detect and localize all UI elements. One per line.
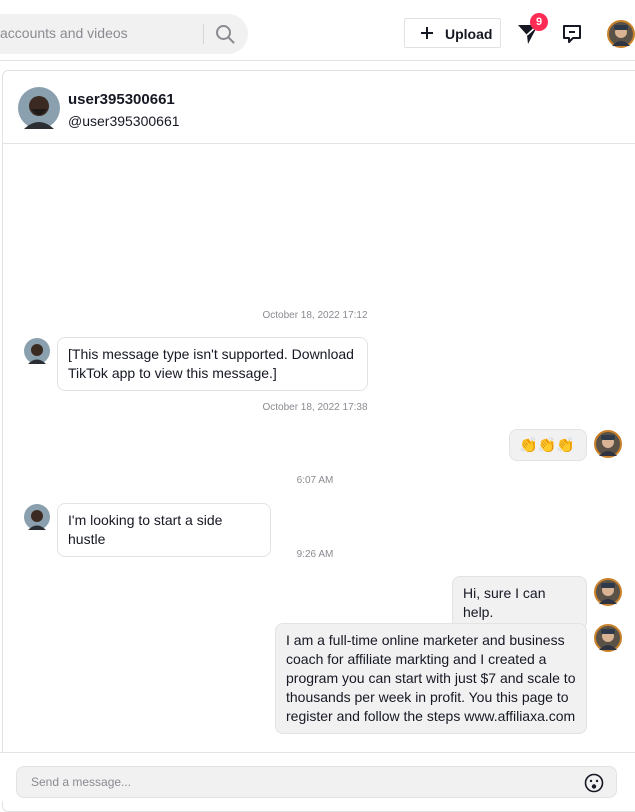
message-input-placeholder: Send a message... — [31, 775, 132, 789]
chat-header: user395300661 @user395300661 — [3, 71, 635, 144]
search-bar[interactable]: accounts and videos — [0, 14, 248, 54]
plus-icon — [421, 27, 433, 39]
message-bubble-sent[interactable]: Hi, sure I can help. — [452, 576, 587, 630]
contact-avatar[interactable] — [24, 504, 50, 530]
message-composer: Send a message... — [0, 752, 635, 801]
message-timestamp: October 18, 2022 17:38 — [262, 402, 368, 413]
emoji-icon[interactable] — [584, 773, 604, 793]
message-timestamp: 6:07 AM — [296, 475, 334, 486]
contact-handle: @user395300661 — [68, 113, 180, 129]
contact-name[interactable]: user395300661 — [68, 91, 175, 108]
message-bubble-sent[interactable]: 👏👏👏 — [509, 429, 587, 461]
my-avatar[interactable] — [594, 430, 622, 458]
message-timestamp: 9:26 AM — [296, 549, 334, 560]
my-avatar[interactable] — [594, 624, 622, 652]
upload-label: Upload — [445, 26, 493, 42]
search-input[interactable]: accounts and videos — [0, 25, 128, 41]
profile-avatar[interactable] — [607, 20, 635, 48]
search-divider — [203, 24, 204, 44]
my-avatar[interactable] — [594, 578, 622, 606]
contact-avatar[interactable] — [18, 87, 60, 129]
message-input[interactable]: Send a message... — [16, 766, 617, 798]
message-bubble-sent[interactable]: I am a full-time online marketer and bus… — [275, 623, 587, 734]
upload-button[interactable]: Upload — [404, 18, 501, 48]
message-bubble-received[interactable]: [This message type isn't supported. Down… — [57, 337, 368, 391]
search-icon[interactable] — [214, 23, 236, 45]
message-timestamp: October 18, 2022 17:12 — [262, 310, 368, 321]
messages-icon[interactable] — [561, 23, 583, 45]
contact-avatar[interactable] — [24, 338, 50, 364]
inbox-badge: 9 — [530, 13, 548, 31]
top-navigation-bar: accounts and videos Upload 9 — [0, 0, 635, 61]
